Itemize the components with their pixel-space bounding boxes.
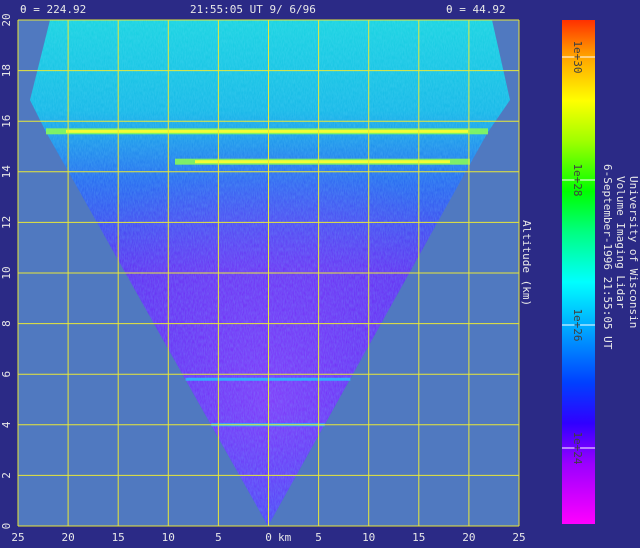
lidar-figure: 0 2 4 6 8 10 12 14 16 18 20 25 20 15 10 5 0 5 10 15 20 25 km… xyxy=(0,3,640,544)
y-tick-label: 10 xyxy=(0,266,13,279)
x-tick-label: 10 xyxy=(362,531,375,544)
colorbar-tick-label: 1e+26 xyxy=(571,308,584,341)
x-tick-labels: 25 20 15 10 5 0 5 10 15 20 25 xyxy=(11,531,525,544)
y-tick-label: 16 xyxy=(0,115,13,128)
y-axis-label: Altitude (km) xyxy=(520,220,533,306)
theta-left-label: θ = 224.92 xyxy=(20,3,86,16)
y-tick-labels: 0 2 4 6 8 10 12 14 16 18 20 xyxy=(0,13,13,529)
x-tick-label: 15 xyxy=(112,531,125,544)
x-tick-label: 15 xyxy=(412,531,425,544)
y-tick-label: 12 xyxy=(0,216,13,229)
y-tick-label: 0 xyxy=(0,523,13,530)
colorbar-tick-label: 1e+28 xyxy=(571,163,584,196)
x-tick-label: 0 xyxy=(265,531,272,544)
x-axis-label: km xyxy=(278,531,292,544)
y-tick-label: 20 xyxy=(0,13,13,26)
colorbar-tick-label: 1e+24 xyxy=(571,431,584,464)
y-tick-label: 14 xyxy=(0,165,13,179)
side-text-line1: University of Wisconsin xyxy=(627,176,640,328)
y-tick-label: 2 xyxy=(0,472,13,479)
cloud-layer-core xyxy=(195,160,450,164)
y-tick-label: 4 xyxy=(0,421,13,428)
x-tick-label: 25 xyxy=(512,531,525,544)
x-tick-label: 20 xyxy=(61,531,74,544)
x-tick-label: 5 xyxy=(215,531,222,544)
x-tick-label: 10 xyxy=(162,531,175,544)
y-tick-label: 8 xyxy=(0,320,13,327)
cloud-layer-core xyxy=(66,129,468,133)
datetime-label: 21:55:05 UT 9/ 6/96 xyxy=(190,3,316,16)
y-tick-label: 18 xyxy=(0,64,13,77)
x-tick-label: 25 xyxy=(11,531,24,544)
x-tick-label: 20 xyxy=(462,531,475,544)
y-tick-label: 6 xyxy=(0,371,13,378)
side-text-line3: 6-September-1996 21:55:05 UT xyxy=(601,164,614,350)
x-tick-label: 5 xyxy=(315,531,322,544)
theta-right-label: θ = 44.92 xyxy=(446,3,506,16)
side-text-line2: Volume Imaging Lidar xyxy=(614,176,627,309)
colorbar-tick-label: 1e+30 xyxy=(571,40,584,73)
